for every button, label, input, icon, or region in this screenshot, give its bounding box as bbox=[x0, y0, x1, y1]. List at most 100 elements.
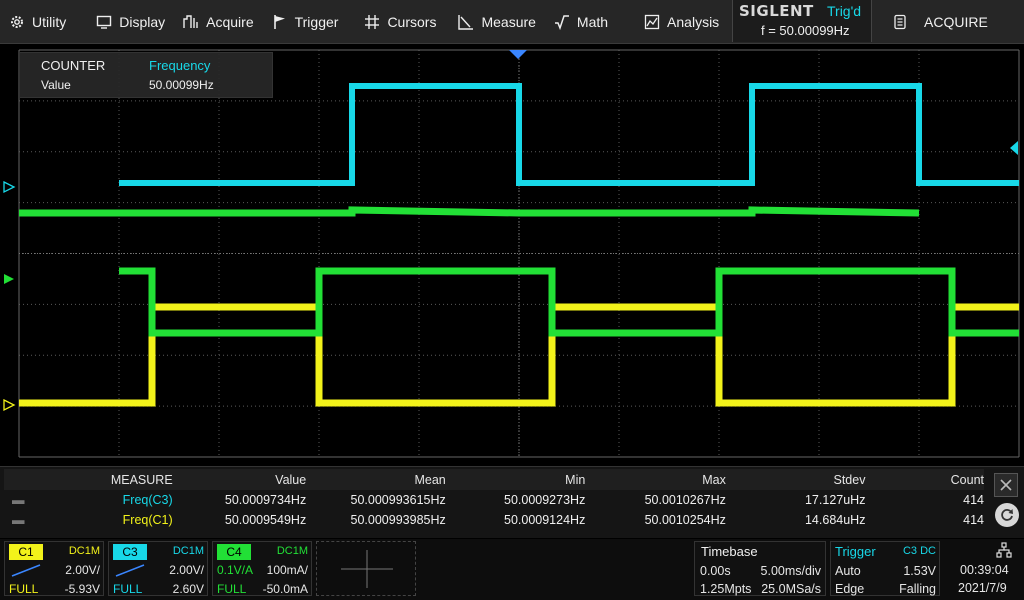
refresh-icon bbox=[1001, 509, 1013, 521]
channel-c4-box[interactable]: C4 DC1M 0.1V/A 100mA/ FULL -50.0mA bbox=[212, 541, 312, 596]
trigger-box[interactable]: Trigger C3 DC Auto 1.53V Edge Falling bbox=[830, 541, 940, 596]
counter-panel[interactable]: COUNTER Frequency Value 50.00099Hz bbox=[19, 52, 273, 98]
document-icon bbox=[894, 14, 906, 30]
channel-c4-offset: -50.0mA bbox=[262, 582, 308, 596]
trigger-title: Trigger bbox=[835, 544, 876, 559]
channel-c4-coupling: DC1M bbox=[276, 545, 308, 557]
marker-c3[interactable] bbox=[3, 180, 16, 194]
menu-trigger[interactable]: Trigger bbox=[263, 0, 348, 44]
frequency-readout: f = 50.00099Hz bbox=[761, 23, 850, 38]
measure-panel: MEASURE Value Mean Min Max Stdev Count ▬… bbox=[0, 466, 1024, 538]
trace-c2-upper bbox=[19, 206, 920, 217]
timebase-scale: 5.00ms/div bbox=[760, 564, 821, 578]
col-stdev: Stdev bbox=[725, 469, 866, 490]
measure-table: MEASURE Value Mean Min Max Stdev Count ▬… bbox=[4, 469, 984, 530]
measure-source: Freq(C1) bbox=[122, 513, 173, 527]
table-row[interactable]: ▬ Freq(C1) 50.0009549Hz 50.000993985Hz 5… bbox=[4, 510, 984, 530]
trigger-position-marker[interactable] bbox=[509, 50, 527, 59]
brand-status: SIGLENT Trig'd f = 50.00099Hz bbox=[732, 0, 872, 42]
menu-utility[interactable]: Utility bbox=[0, 0, 75, 44]
menu-utility-label: Utility bbox=[32, 13, 67, 30]
menu-math-label: Math bbox=[576, 13, 609, 30]
timebase-box[interactable]: Timebase 0.00s 5.00ms/div 1.25Mpts 25.0M… bbox=[694, 541, 826, 596]
menu-measure[interactable]: Measure bbox=[449, 0, 544, 44]
siglent-logo: SIGLENT bbox=[739, 2, 814, 20]
trigger-mode: Auto bbox=[835, 564, 861, 578]
probe-line-icon bbox=[11, 564, 41, 577]
waveform-area[interactable] bbox=[0, 45, 1024, 463]
channel-c1-coupling: DC1M bbox=[68, 545, 100, 557]
active-menu-tab[interactable]: ACQUIRE bbox=[874, 0, 1024, 44]
menu-trigger-label: Trigger bbox=[294, 13, 339, 30]
measure-count: 414 bbox=[963, 513, 984, 527]
measure-header-row: MEASURE Value Mean Min Max Stdev Count bbox=[4, 469, 984, 490]
trigger-level-marker[interactable] bbox=[1010, 141, 1018, 155]
menu-math[interactable]: Math bbox=[545, 0, 617, 44]
clock-date: 2021/7/9 bbox=[958, 581, 1007, 595]
monitor-icon bbox=[96, 14, 112, 30]
measure-max: 50.0010254Hz bbox=[644, 513, 726, 527]
channel-c4-bandwidth: FULL bbox=[217, 582, 247, 596]
channel-c1-box[interactable]: C1 DC1M 2.00V/ FULL -5.93V bbox=[4, 541, 104, 596]
channel-c3-tag: C3 bbox=[113, 544, 147, 560]
channel-c4-scale: 100mA/ bbox=[266, 563, 308, 577]
gear-icon bbox=[9, 14, 25, 30]
clock-time: 00:39:04 bbox=[960, 563, 1009, 577]
row-handle-icon[interactable]: ▬ bbox=[4, 510, 94, 530]
measure-stdev: 14.684uHz bbox=[804, 513, 866, 527]
menu-cursors[interactable]: Cursors bbox=[355, 0, 445, 44]
channel-c4-tag: C4 bbox=[217, 544, 251, 560]
measure-value: 50.0009549Hz bbox=[224, 513, 307, 527]
menu-analysis[interactable]: Analysis bbox=[635, 0, 728, 44]
counter-value: 50.00099Hz bbox=[149, 78, 214, 92]
analysis-icon bbox=[644, 14, 660, 30]
table-row[interactable]: ▬ Freq(C3) 50.0009734Hz 50.000993615Hz 5… bbox=[4, 490, 984, 510]
menu-display[interactable]: Display bbox=[87, 0, 174, 44]
plus-icon bbox=[341, 550, 393, 588]
add-channel-box[interactable] bbox=[316, 541, 416, 596]
waveform-display bbox=[3, 49, 1020, 458]
timebase-title: Timebase bbox=[701, 544, 758, 559]
measure-count: 414 bbox=[963, 493, 984, 507]
menu-analysis-label: Analysis bbox=[667, 13, 720, 30]
measure-max: 50.0010267Hz bbox=[644, 493, 726, 507]
col-max: Max bbox=[585, 469, 726, 490]
counter-value-label: Value bbox=[41, 78, 71, 92]
measure-icon bbox=[458, 14, 474, 30]
counter-type: Frequency bbox=[149, 58, 211, 73]
channel-c3-box[interactable]: C3 DC1M 2.00V/ FULL 2.60V bbox=[108, 541, 208, 596]
counter-title: COUNTER bbox=[41, 58, 106, 73]
col-min: Min bbox=[445, 469, 586, 490]
marker-c1[interactable] bbox=[3, 398, 16, 412]
menu-cursors-label: Cursors bbox=[387, 13, 437, 30]
measure-min: 50.0009124Hz bbox=[504, 513, 586, 527]
channel-markers bbox=[3, 50, 1018, 412]
measure-min: 50.0009273Hz bbox=[504, 493, 586, 507]
clock-box: 00:39:04 2021/7/9 bbox=[944, 541, 1022, 596]
menu-acquire[interactable]: Acquire bbox=[174, 0, 262, 44]
trigger-level: 1.53V bbox=[903, 564, 936, 578]
channel-c3-scale: 2.00V/ bbox=[169, 563, 204, 577]
trace-c4-lower bbox=[119, 267, 1019, 337]
trigger-slope: Falling bbox=[899, 582, 936, 596]
measure-source: Freq(C3) bbox=[122, 493, 173, 507]
col-measure: MEASURE bbox=[4, 469, 173, 490]
channel-c4-probe: 0.1V/A bbox=[217, 563, 254, 577]
reset-statistics-button[interactable] bbox=[995, 503, 1019, 527]
row-handle-icon[interactable]: ▬ bbox=[4, 490, 94, 510]
close-measure-button[interactable] bbox=[994, 473, 1018, 497]
trigger-source: C3 DC bbox=[902, 545, 936, 557]
status-bar: C1 DC1M 2.00V/ FULL -5.93V C3 DC1M 2.00V… bbox=[0, 539, 1024, 600]
channel-c1-tag: C1 bbox=[9, 544, 43, 560]
probe-line-icon bbox=[115, 564, 145, 577]
channel-c3-coupling: DC1M bbox=[172, 545, 204, 557]
acquire-icon bbox=[183, 14, 199, 30]
timebase-delay: 0.00s bbox=[700, 564, 731, 578]
measure-mean: 50.000993615Hz bbox=[350, 493, 446, 507]
col-value: Value bbox=[172, 469, 307, 490]
measure-value: 50.0009734Hz bbox=[224, 493, 307, 507]
trigger-state: Trig'd bbox=[827, 3, 862, 19]
math-icon bbox=[554, 14, 570, 30]
marker-c2[interactable] bbox=[4, 274, 14, 284]
active-menu-label: ACQUIRE bbox=[924, 14, 988, 30]
